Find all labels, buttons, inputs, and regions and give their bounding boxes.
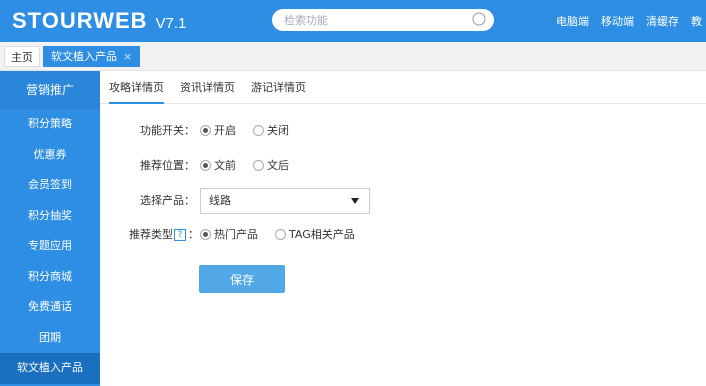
sidebar-item-points-mall[interactable]: 积分商城 (0, 262, 100, 293)
sidebar-item-free-call[interactable]: 免费通话 (0, 292, 100, 323)
radio-type-tag[interactable] (275, 229, 286, 240)
brand-logo: STOURWEB V7.1 (12, 7, 186, 38)
search-icon[interactable] (472, 12, 486, 26)
tab-strip: 主页 软文植入产品 × (0, 42, 706, 71)
tab-label: 软文植入产品 (51, 50, 117, 63)
sidebar-item-coupons[interactable]: 优惠券 (0, 140, 100, 171)
radio-position-before[interactable] (200, 160, 211, 171)
position-label: 推荐位置： (140, 159, 195, 172)
row-position: 推荐位置： 文前 文后 (100, 155, 706, 177)
recommend-type-label: 推荐类型 (129, 228, 173, 241)
close-icon[interactable]: × (123, 50, 132, 63)
radio-position-after-label: 文后 (267, 159, 289, 172)
product-label: 选择产品： (140, 194, 195, 207)
sub-tabs: 攻略详情页 资讯详情页 游记详情页 (100, 71, 706, 104)
radio-switch-off[interactable] (253, 125, 264, 136)
row-feature-switch: 功能开关： 开启 关闭 (100, 120, 706, 142)
top-nav: 电脑端 移动端 清缓存 教 (556, 13, 702, 29)
nav-clear-cache[interactable]: 清缓存 (646, 13, 679, 29)
sidebar: 营销推广 积分策略 优惠券 会员签到 积分抽奖 专题应用 积分商城 免费通话 团… (0, 71, 100, 386)
search-input[interactable] (284, 11, 464, 29)
product-select[interactable]: 线路 (200, 188, 370, 214)
sidebar-item-soft-article[interactable]: 软文植入产品 (0, 353, 100, 384)
top-bar: STOURWEB V7.1 电脑端 移动端 清缓存 教 (0, 0, 706, 42)
radio-type-hot[interactable] (200, 229, 211, 240)
sidebar-header[interactable]: 营销推广 (0, 71, 100, 109)
radio-type-tag-label: TAG相关产品 (289, 228, 355, 241)
product-select-value: 线路 (209, 194, 231, 207)
row-recommend-type: 推荐类型 ? ： 热门产品 TAG相关产品 (100, 224, 706, 246)
tab-travelogue-detail[interactable]: 游记详情页 (251, 71, 306, 104)
help-icon[interactable]: ? (174, 229, 186, 241)
feature-switch-label: 功能开关： (140, 124, 195, 137)
sidebar-item-checkin[interactable]: 会员签到 (0, 170, 100, 201)
radio-position-before-label: 文前 (214, 159, 236, 172)
sidebar-item-lottery[interactable]: 积分抽奖 (0, 201, 100, 232)
sidebar-item-group-dates[interactable]: 团期 (0, 323, 100, 354)
nav-tutorial[interactable]: 教 (691, 13, 702, 29)
radio-switch-off-label: 关闭 (267, 124, 289, 137)
tab-soft-article[interactable]: 软文植入产品 × (43, 46, 141, 67)
radio-type-hot-label: 热门产品 (214, 228, 258, 241)
sidebar-item-topics[interactable]: 专题应用 (0, 231, 100, 262)
tab-news-detail[interactable]: 资讯详情页 (180, 71, 235, 104)
recommend-type-colon: ： (188, 228, 199, 241)
radio-switch-on[interactable] (200, 125, 211, 136)
nav-desktop[interactable]: 电脑端 (556, 13, 589, 29)
brand-version: V7.1 (155, 15, 187, 32)
nav-mobile[interactable]: 移动端 (601, 13, 634, 29)
tab-home[interactable]: 主页 (4, 46, 40, 67)
radio-position-after[interactable] (253, 160, 264, 171)
tab-guide-detail[interactable]: 攻略详情页 (109, 71, 164, 104)
save-button[interactable]: 保存 (199, 265, 285, 293)
brand-name: STOURWEB (12, 8, 148, 33)
chevron-down-icon (351, 198, 359, 204)
radio-switch-on-label: 开启 (214, 124, 236, 137)
search-box (272, 9, 494, 31)
sidebar-item-points-strategy[interactable]: 积分策略 (0, 109, 100, 140)
row-product: 选择产品： 线路 (100, 188, 706, 214)
